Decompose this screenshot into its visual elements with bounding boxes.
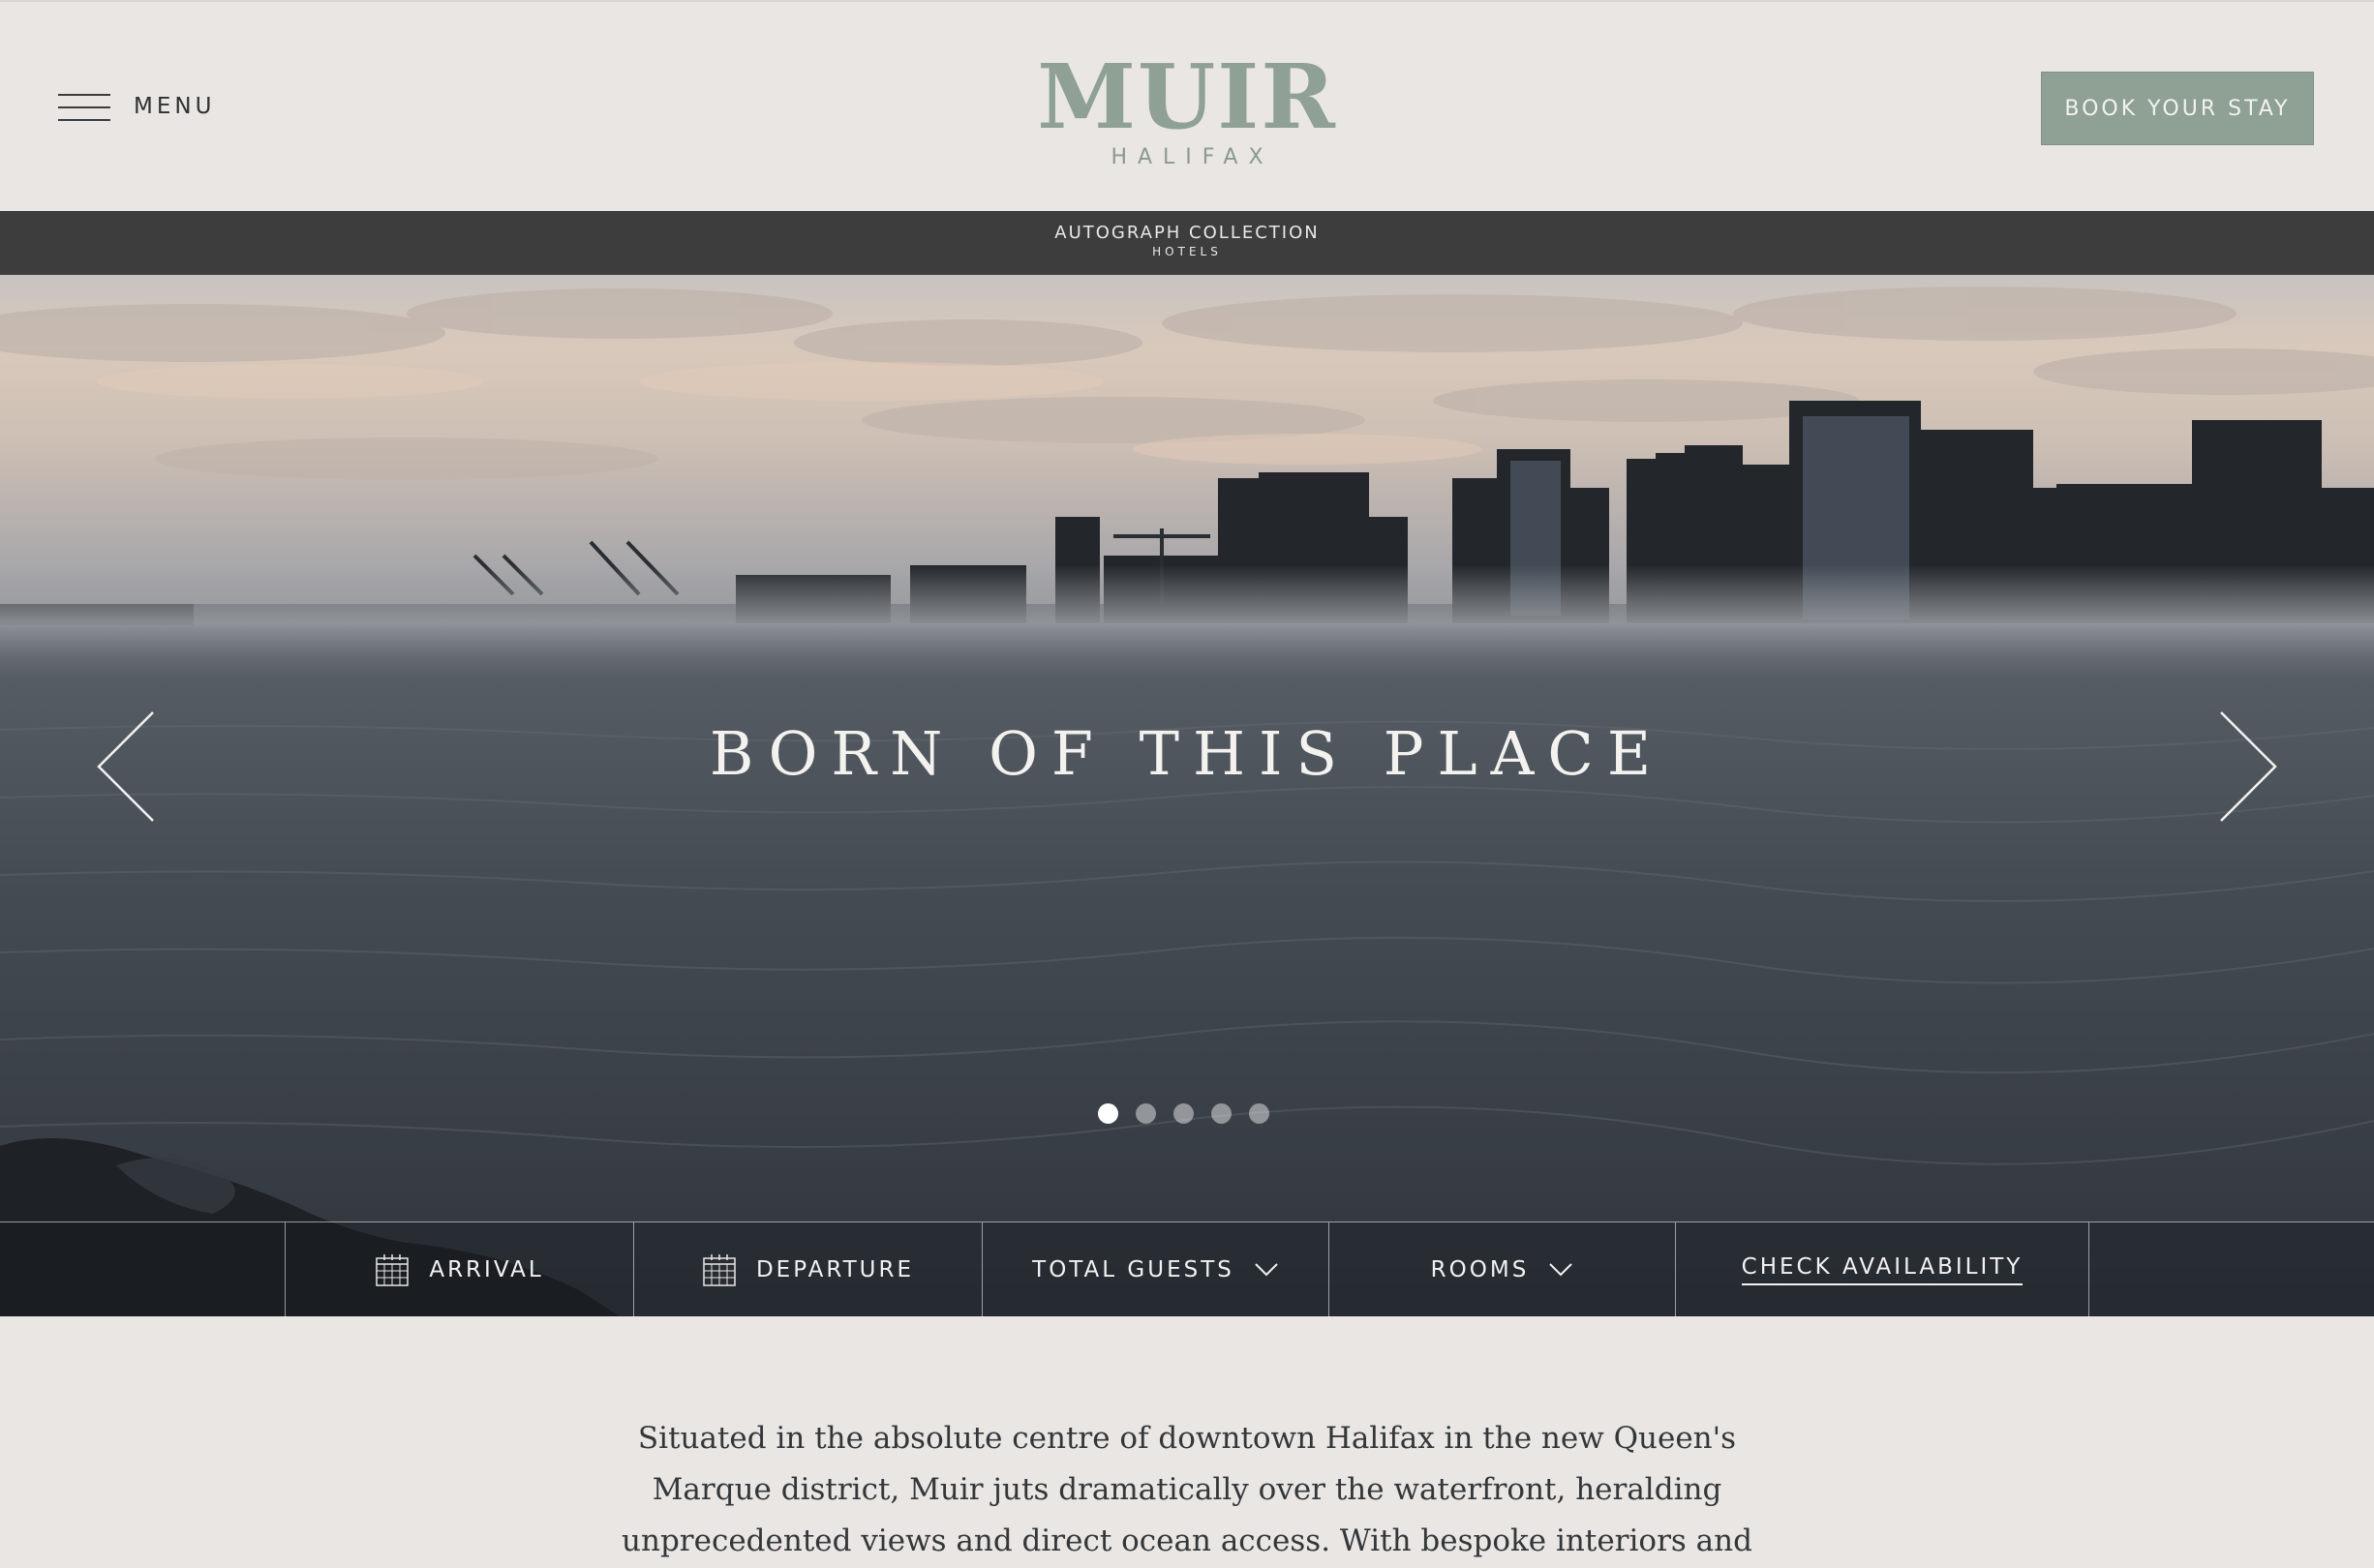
book-your-stay-button[interactable]: BOOK YOUR STAY [2041,72,2314,145]
carousel-dot-2[interactable] [1136,1103,1156,1124]
carousel-dot-4[interactable] [1211,1103,1232,1124]
rooms-label: ROOMS [1430,1257,1530,1282]
hamburger-icon[interactable] [58,90,110,123]
check-availability-label[interactable]: CHECK AVAILABILITY [1741,1254,2024,1285]
chevron-left-icon[interactable] [93,709,161,825]
check-availability-button[interactable]: CHECK AVAILABILITY [1675,1222,2089,1317]
menu-label[interactable]: MENU [134,94,215,119]
calendar-icon [376,1254,410,1286]
calendar-icon [703,1254,736,1286]
rooms-select[interactable]: ROOMS [1328,1222,1675,1317]
hero-image [0,286,2374,1316]
hero-title: BORN OF THIS PLACE [709,718,1665,789]
arrival-label: ARRIVAL [429,1257,544,1282]
departure-label: DEPARTURE [755,1257,915,1282]
menu-toggle[interactable]: MENU [58,87,215,126]
site-header: MENU MUIR HALIFAX BOOK YOUR STAY [0,0,2374,211]
chevron-down-icon [1549,1263,1573,1277]
brand-logo[interactable]: MUIR HALIFAX [1032,52,1342,169]
chevron-down-icon [1255,1263,1278,1277]
carousel-dot-5[interactable] [1249,1103,1269,1124]
arrival-field[interactable]: ARRIVAL [285,1222,633,1317]
total-guests-select[interactable]: TOTAL GUESTS [982,1222,1328,1317]
logo-wordmark[interactable]: MUIR [1032,52,1342,141]
carousel-dots [1098,1103,1269,1124]
intro-paragraph: Situated in the absolute centre of downt… [622,1421,1752,1558]
carousel-dot-3[interactable] [1173,1103,1194,1124]
carousel-dot-1[interactable] [1098,1103,1118,1124]
chevron-right-icon[interactable] [2213,709,2281,825]
departure-field[interactable]: DEPARTURE [633,1222,982,1317]
autograph-collection-bar: AUTOGRAPH COLLECTION HOTELS [0,211,2374,275]
total-guests-label: TOTAL GUESTS [1032,1257,1234,1282]
collection-sub: HOTELS [1152,245,1222,258]
booking-bar: ARRIVAL DEPARTURE TOTAL GUESTS ROOMS CHE… [0,1221,2374,1317]
collection-name: AUTOGRAPH COLLECTION [1054,223,1320,243]
hero-carousel: BORN OF THIS PLACE [0,275,2374,1316]
